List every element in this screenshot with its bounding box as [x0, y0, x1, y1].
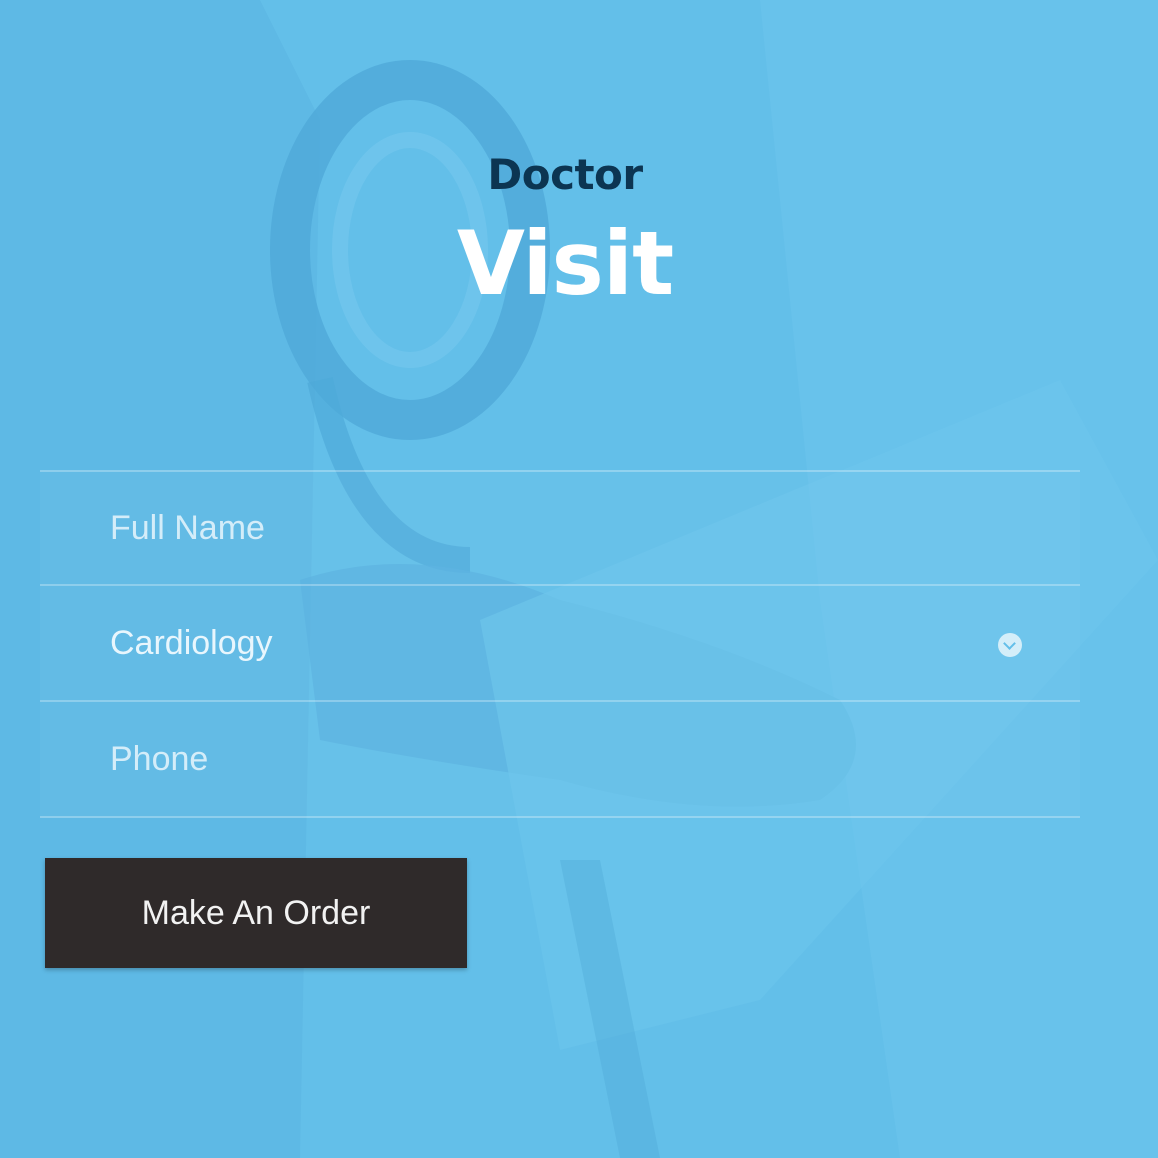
- department-field: Cardiology: [40, 586, 1080, 702]
- phone-field: [40, 702, 1080, 818]
- heading-doctor: Doctor: [487, 150, 643, 199]
- heading-visit: Visit: [456, 212, 674, 315]
- full-name-field: [40, 470, 1080, 586]
- appointment-form: Cardiology: [40, 470, 1080, 818]
- phone-input[interactable]: [40, 702, 1080, 816]
- department-select-value: Cardiology: [110, 623, 273, 662]
- full-name-input[interactable]: [40, 472, 1080, 584]
- doctor-visit-panel: Doctor Visit Cardiology Make An Order: [0, 0, 1158, 1158]
- make-an-order-button[interactable]: Make An Order: [45, 858, 467, 968]
- chevron-down-icon[interactable]: [998, 633, 1022, 657]
- department-select[interactable]: Cardiology: [40, 586, 1080, 700]
